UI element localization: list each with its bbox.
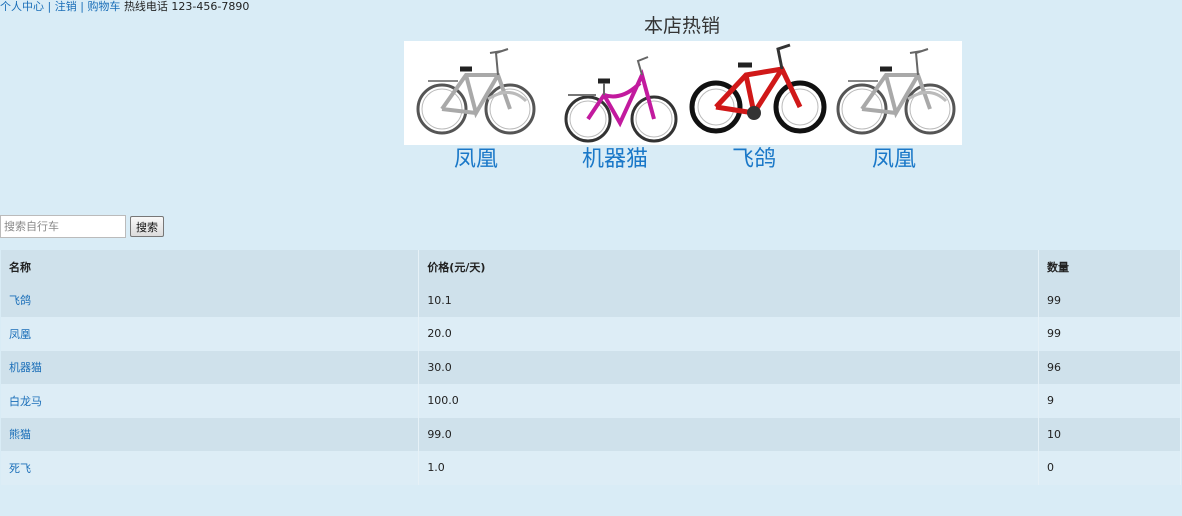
bike-price: 20.0	[418, 317, 1040, 351]
nav-separator: |	[80, 0, 84, 13]
table-row: 机器猫 30.0 96	[1, 350, 1181, 384]
search-button[interactable]: 搜索	[130, 216, 164, 237]
column-header-price: 价格(元/天)	[418, 250, 1040, 284]
bike-quantity: 99	[1038, 317, 1181, 351]
table-row: 死飞 1.0 0	[1, 451, 1181, 485]
bike-quantity: 0	[1038, 451, 1181, 485]
hot-sales-names: 凤凰 机器猫 飞鸽 凤凰	[404, 146, 962, 174]
bike-name-link[interactable]: 机器猫	[9, 361, 42, 374]
profile-link[interactable]: 个人中心	[0, 0, 44, 13]
table-row: 白龙马 100.0 9	[1, 384, 1181, 418]
bike-quantity: 10	[1038, 417, 1181, 451]
bike-price: 1.0	[418, 451, 1040, 485]
cart-link[interactable]: 购物车	[87, 0, 120, 13]
bike-image-jiqimao[interactable]	[564, 56, 678, 143]
bike-price: 30.0	[418, 350, 1040, 384]
bike-image-feige[interactable]	[689, 43, 827, 134]
bike-quantity: 96	[1038, 350, 1181, 384]
search-input[interactable]	[0, 215, 126, 238]
hot-sales-images	[404, 41, 962, 145]
bike-name-link[interactable]: 死飞	[9, 462, 31, 475]
bike-price: 10.1	[418, 283, 1040, 317]
bike-price: 100.0	[418, 384, 1040, 418]
column-header-quantity: 数量	[1038, 250, 1181, 284]
bike-image-fenghuang-2[interactable]	[836, 48, 956, 135]
bike-quantity: 99	[1038, 283, 1181, 317]
nav-separator: |	[47, 0, 52, 13]
bike-image-fenghuang-1[interactable]	[416, 48, 536, 135]
table-row: 飞鸽 10.1 99	[1, 283, 1181, 317]
bike-quantity: 9	[1038, 384, 1181, 418]
hot-sales-title: 本店热销	[643, 15, 720, 37]
logout-link[interactable]: 注销	[55, 0, 77, 13]
hotline-text: 热线电话 123-456-7890	[123, 0, 250, 13]
top-nav: 个人中心 | 注销 | 购物车 热线电话 123-456-7890	[0, 0, 249, 14]
bike-name-link[interactable]: 凤凰	[9, 328, 31, 341]
table-row: 凤凰 20.0 99	[1, 317, 1181, 351]
table-row: 熊猫 99.0 10	[1, 417, 1181, 451]
hot-item-link[interactable]: 飞鸽	[732, 146, 776, 174]
bike-price: 99.0	[418, 417, 1040, 451]
bike-name-link[interactable]: 白龙马	[9, 395, 42, 408]
column-header-name: 名称	[1, 250, 420, 284]
hot-item-link[interactable]: 机器猫	[582, 146, 648, 174]
bike-table: 名称 价格(元/天) 数量 飞鸽 10.1 99 凤凰 20.0 99 机器猫 …	[1, 250, 1181, 485]
hot-item-link[interactable]: 凤凰	[454, 146, 498, 174]
bike-name-link[interactable]: 熊猫	[9, 428, 31, 441]
table-header-row: 名称 价格(元/天) 数量	[1, 250, 1181, 284]
bike-name-link[interactable]: 飞鸽	[9, 294, 31, 307]
hot-item-link[interactable]: 凤凰	[872, 146, 916, 174]
